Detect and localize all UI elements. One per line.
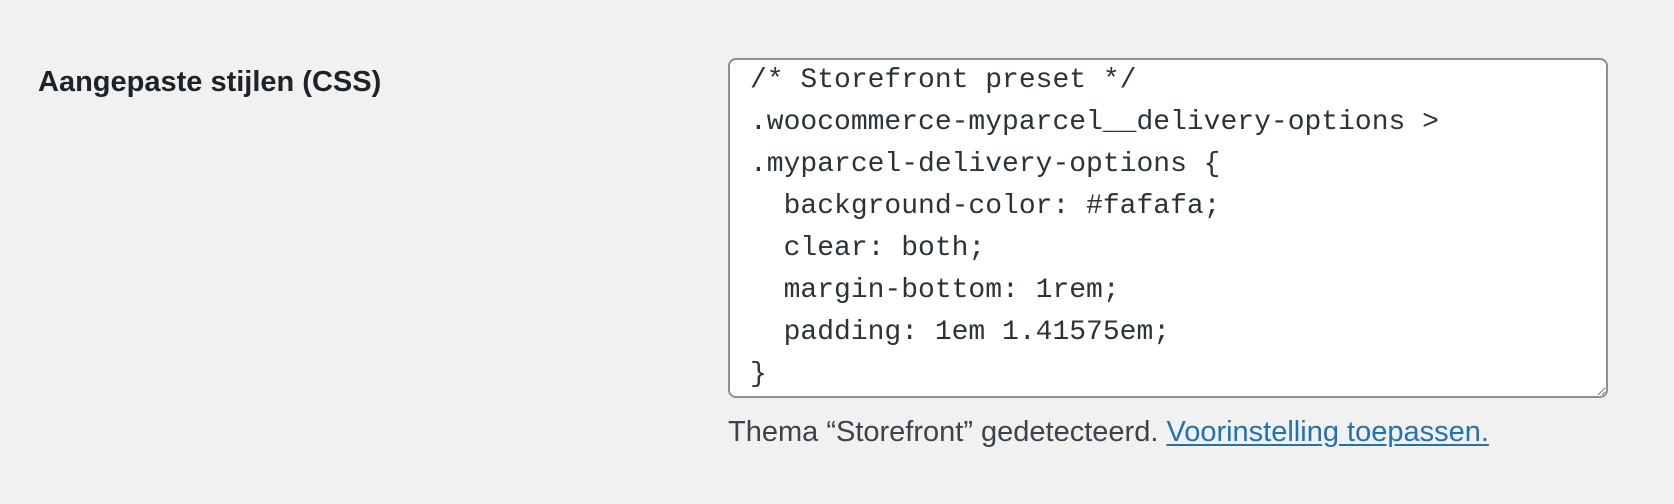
setting-label: Aangepaste stijlen (CSS) bbox=[38, 66, 382, 98]
apply-preset-link[interactable]: Voorinstelling toepassen. bbox=[1166, 416, 1488, 448]
theme-detected-text: Thema “Storefront” gedetecteerd. bbox=[728, 416, 1159, 448]
setting-field: /* Storefront preset */ .woocommerce-myp… bbox=[728, 58, 1608, 452]
custom-css-setting-row: Aangepaste stijlen (CSS) /* Storefront p… bbox=[0, 0, 1674, 504]
custom-css-textarea[interactable]: /* Storefront preset */ .woocommerce-myp… bbox=[728, 58, 1608, 398]
theme-detected-description: Thema “Storefront” gedetecteerd. Voorins… bbox=[728, 412, 1608, 452]
